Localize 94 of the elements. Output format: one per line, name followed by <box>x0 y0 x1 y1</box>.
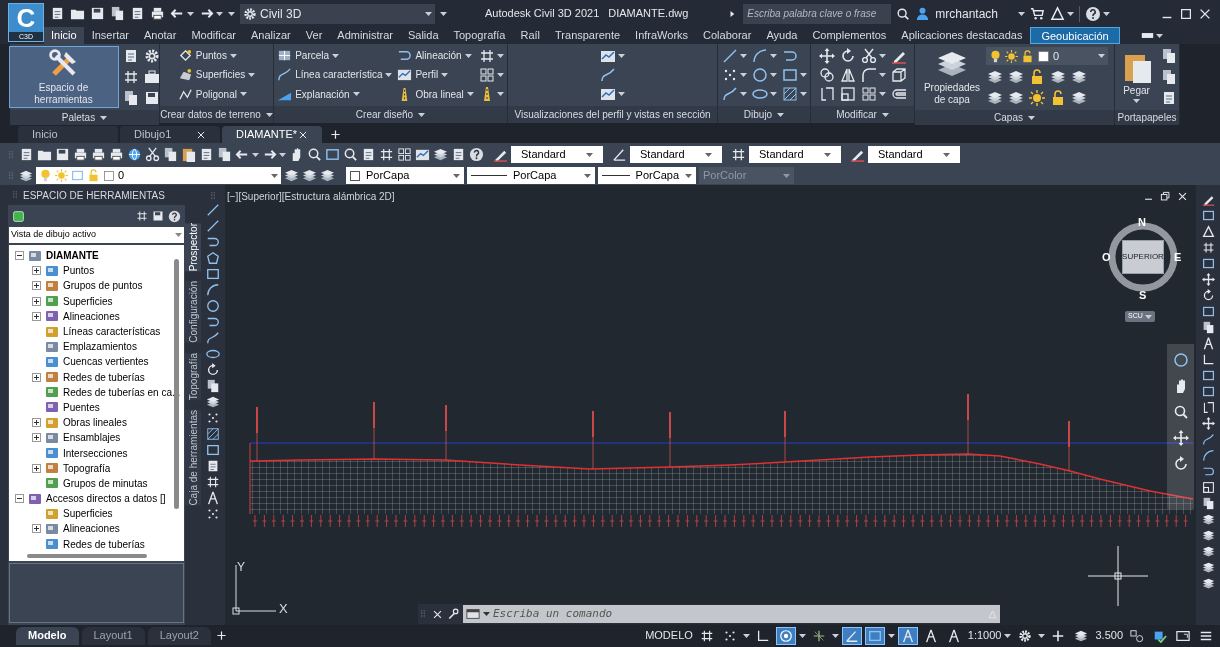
tree-item[interactable]: Redes de tuberías <box>63 369 145 385</box>
search-field[interactable]: Escriba palabra clave o frase <box>743 3 892 24</box>
ribbon-tab[interactable]: Anotar <box>137 27 184 44</box>
layer-dropdown[interactable]: 0 <box>986 47 1108 65</box>
side-tab[interactable]: Topografía <box>185 353 201 401</box>
tree-item[interactable]: Cuencas vertientes <box>63 354 149 370</box>
tool-button[interactable]: Perfil <box>396 65 450 85</box>
compass-label: S <box>1139 288 1147 303</box>
product-name: Autodesk Civil 3D 2021 <box>484 6 600 22</box>
property-dropdown[interactable]: PorCapa <box>467 167 595 184</box>
status-button[interactable]: MODELO <box>644 626 694 645</box>
tree-item[interactable]: Puntos <box>63 263 95 279</box>
tool-button[interactable]: Obra lineal <box>396 84 475 104</box>
tool-button[interactable]: Poligonal <box>176 84 248 104</box>
layout-tab[interactable]: Layout1 <box>81 626 145 645</box>
ribbon-tab[interactable]: Complementos <box>805 27 894 44</box>
view-dropdown[interactable]: Vista de dibujo activo <box>9 227 184 243</box>
side-tab[interactable]: Prospector <box>185 223 201 272</box>
ribbon-tab[interactable]: Geoubicación <box>1030 27 1120 44</box>
large-tool-button[interactable]: Propiedades de capa <box>921 46 983 108</box>
tree-item[interactable]: Redes de tuberías <box>63 536 145 552</box>
tree-item[interactable]: Alineaciones <box>63 521 120 537</box>
ribbon-tab[interactable]: Analizar <box>244 27 298 44</box>
axis-label: X <box>279 600 288 618</box>
tree-item[interactable]: Ensamblajes <box>63 430 121 446</box>
tool-button[interactable]: Línea característica <box>276 65 394 85</box>
large-tool-button[interactable]: Espacio de herramientas <box>8 46 119 108</box>
tool-button[interactable]: Superficies <box>176 65 257 85</box>
tool-button[interactable]: Parcela <box>276 46 341 66</box>
tree-item[interactable]: Topografía <box>63 460 111 476</box>
ribbon-tab[interactable]: InfraWorks <box>628 27 696 44</box>
ribbon-tab[interactable]: Raíl <box>513 27 548 44</box>
status-button[interactable]: 1:1000 <box>966 626 1013 645</box>
tree-item[interactable]: Intersecciones <box>63 445 128 461</box>
compass-label: O <box>1102 250 1111 265</box>
property-dropdown[interactable]: PorCapa <box>346 167 464 184</box>
ribbon-tab[interactable]: Inicio <box>44 27 84 44</box>
tree-item[interactable]: Superficies <box>63 506 113 522</box>
file-tab[interactable]: DIAMANTE* <box>222 126 322 143</box>
status-button[interactable]: 3.500 <box>1094 626 1124 645</box>
style-dropdown[interactable]: Standard <box>630 146 722 163</box>
ribbon-tab[interactable]: Ver <box>298 27 330 44</box>
style-dropdown[interactable]: Standard <box>749 146 841 163</box>
file-tab[interactable]: Inicio <box>18 126 118 143</box>
property-dropdown[interactable]: PorCapa <box>598 167 696 184</box>
ribbon-tab[interactable]: Colaborar <box>696 27 759 44</box>
side-tab[interactable]: Caja de herramientas <box>185 410 201 506</box>
compass-label: N <box>1138 215 1146 230</box>
tree-item[interactable]: DIAMANTE <box>46 248 99 264</box>
viewcube-face[interactable]: SUPERIOR <box>1122 240 1164 274</box>
side-tab[interactable]: Configuración <box>185 281 201 344</box>
tree-item[interactable]: Alineaciones <box>63 308 120 324</box>
style-dropdown[interactable]: Standard <box>868 146 960 163</box>
logo-letter: C <box>16 4 36 32</box>
ribbon-tab[interactable]: Administrar <box>330 27 400 44</box>
panel-title[interactable]: Paletas <box>10 110 159 125</box>
layer-dropdown[interactable]: 0 <box>36 167 281 184</box>
ribbon-tab[interactable]: Aplicaciones destacadas <box>894 27 1030 44</box>
tree-item[interactable]: Obras lineales <box>63 415 127 431</box>
axis-label: Y <box>237 559 245 576</box>
layout-tab[interactable]: Layout2 <box>147 626 211 645</box>
panel-title[interactable]: Capas <box>915 110 1114 125</box>
tool-button[interactable]: Puntos <box>176 46 238 66</box>
tree-item[interactable]: Accesos directos a datos [] <box>46 491 166 507</box>
tree-item[interactable]: Superficies <box>63 293 113 309</box>
user-name[interactable]: mrchantach <box>935 4 998 23</box>
palette-title: ESPACIO DE HERRAMIENTAS <box>23 188 165 203</box>
tree-item[interactable]: Emplazamientos <box>63 339 137 355</box>
panel-title[interactable]: Crear diseño <box>274 106 507 123</box>
layout-tab[interactable]: Modelo <box>16 626 79 645</box>
file-tab[interactable]: Dibujo1 <box>120 126 220 143</box>
ribbon-tab[interactable]: Salida <box>400 27 446 44</box>
panel-title[interactable]: Crear datos de terreno <box>160 106 273 123</box>
viewport-label[interactable]: [−][Superior][Estructura alámbrica 2D] <box>227 189 395 204</box>
tree-item[interactable]: Grupos de puntos <box>63 278 143 294</box>
ribbon-tab[interactable]: Topografía <box>446 27 513 44</box>
workspace-dropdown[interactable]: Civil 3D <box>240 3 435 24</box>
style-dropdown[interactable]: Standard <box>511 146 603 163</box>
ribbon-tab[interactable]: Transparente <box>548 27 628 44</box>
ribbon-tab[interactable]: Ayuda <box>759 27 805 44</box>
tool-button[interactable]: Explanación <box>276 84 361 104</box>
tree-item[interactable]: Grupos de minutas <box>63 475 148 491</box>
tree-item[interactable]: Puentes <box>63 399 100 415</box>
tool-button[interactable]: Alineación <box>396 46 473 66</box>
ribbon-tab[interactable]: Modificar <box>184 27 244 44</box>
large-tool-button[interactable]: Pegar <box>1116 46 1157 108</box>
panel-title[interactable]: Dibujo <box>718 106 810 123</box>
panel-title[interactable]: Portapapeles <box>1115 110 1179 125</box>
tree-item[interactable]: Líneas características <box>63 324 161 340</box>
compass-label: E <box>1174 250 1182 265</box>
panel-title[interactable]: Visualizaciones del perfil y vistas en sección <box>508 106 717 123</box>
panel-title[interactable]: Modificar <box>811 106 914 123</box>
file-name: DIAMANTE.dwg <box>608 6 689 22</box>
ribbon-tab[interactable]: Insertar <box>84 27 136 44</box>
